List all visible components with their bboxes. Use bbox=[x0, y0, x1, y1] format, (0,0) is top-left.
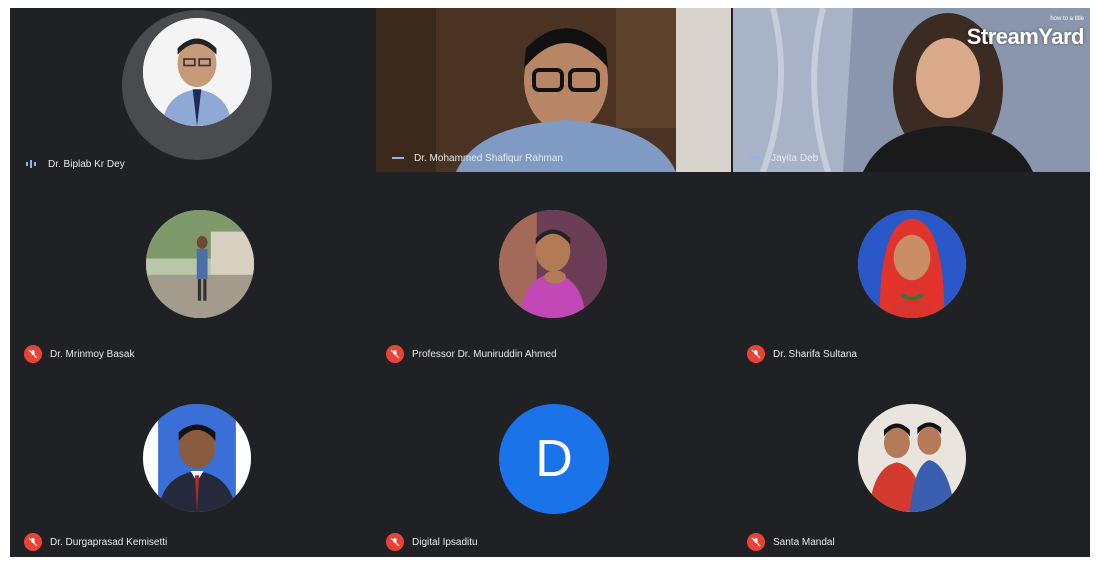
participant-name-row: Jayita Deb bbox=[747, 148, 818, 168]
participant-tile[interactable]: Dr. Mrinmoy Basak bbox=[10, 198, 367, 374]
mic-off-icon bbox=[386, 533, 404, 551]
participant-tile[interactable]: Dr. Durgaprasad Kemisetti bbox=[10, 386, 367, 557]
participant-name-row: Dr. Mohammed Shafiqur Rahman bbox=[390, 148, 563, 168]
participant-name: Professor Dr. Muniruddin Ahmed bbox=[412, 348, 557, 360]
participant-avatar bbox=[146, 210, 254, 318]
participant-name: Jayita Deb bbox=[771, 152, 819, 164]
initial-avatar: D bbox=[499, 404, 609, 514]
participant-tile[interactable]: Santa Mandal bbox=[733, 386, 1090, 557]
watermark-brand: StreamYard bbox=[966, 24, 1085, 49]
participant-name-row: Dr. Sharifa Sultana bbox=[747, 344, 857, 364]
participant-avatar bbox=[858, 210, 966, 318]
streamyard-watermark: how to a title StreamYard bbox=[966, 16, 1085, 50]
audio-active-icon bbox=[390, 152, 406, 164]
participant-name: Dr. Durgaprasad Kemisetti bbox=[50, 536, 168, 548]
participant-name: Dr. Mrinmoy Basak bbox=[50, 348, 135, 360]
participant-name: Digital Ipsaditu bbox=[412, 536, 478, 548]
participant-name: Dr. Sharifa Sultana bbox=[773, 348, 857, 360]
video-call-grid: Dr. Biplab Kr Dey Dr. Mohammed Shafiqur … bbox=[10, 8, 1090, 557]
participant-name: Santa Mandal bbox=[773, 536, 835, 548]
participant-avatar bbox=[499, 210, 607, 318]
participant-tile[interactable]: how to a title StreamYard Jayita Deb bbox=[733, 8, 1090, 172]
participant-tile[interactable]: D Digital Ipsaditu bbox=[372, 386, 729, 557]
mic-off-icon bbox=[24, 533, 42, 551]
watermark-caption: how to a title bbox=[1050, 16, 1084, 22]
participant-avatar bbox=[143, 18, 251, 126]
participant-name-row: Santa Mandal bbox=[747, 532, 835, 552]
participant-name-row: Dr. Biplab Kr Dey bbox=[24, 154, 125, 174]
mic-off-icon bbox=[386, 345, 404, 363]
participant-name-row: Digital Ipsaditu bbox=[386, 532, 478, 552]
participant-avatar bbox=[143, 404, 251, 512]
audio-active-icon bbox=[24, 158, 40, 170]
participant-tile[interactable]: Professor Dr. Muniruddin Ahmed bbox=[372, 198, 729, 374]
participant-name-row: Dr. Mrinmoy Basak bbox=[24, 344, 134, 364]
participant-tile[interactable]: Dr. Biplab Kr Dey bbox=[10, 8, 367, 184]
participant-avatar bbox=[858, 404, 966, 512]
top-edge-strip bbox=[867, 0, 1097, 8]
participant-name-row: Professor Dr. Muniruddin Ahmed bbox=[386, 344, 557, 364]
participant-tile[interactable]: Dr. Mohammed Shafiqur Rahman bbox=[376, 8, 731, 172]
audio-active-icon bbox=[747, 152, 763, 164]
mic-off-icon bbox=[747, 345, 765, 363]
mic-off-icon bbox=[24, 345, 42, 363]
participant-tile[interactable]: Dr. Sharifa Sultana bbox=[733, 198, 1090, 374]
participant-name: Dr. Biplab Kr Dey bbox=[48, 158, 125, 170]
participant-name-row: Dr. Durgaprasad Kemisetti bbox=[24, 532, 167, 552]
avatar-initial: D bbox=[535, 430, 573, 488]
mic-off-icon bbox=[747, 533, 765, 551]
participant-name: Dr. Mohammed Shafiqur Rahman bbox=[414, 152, 563, 164]
